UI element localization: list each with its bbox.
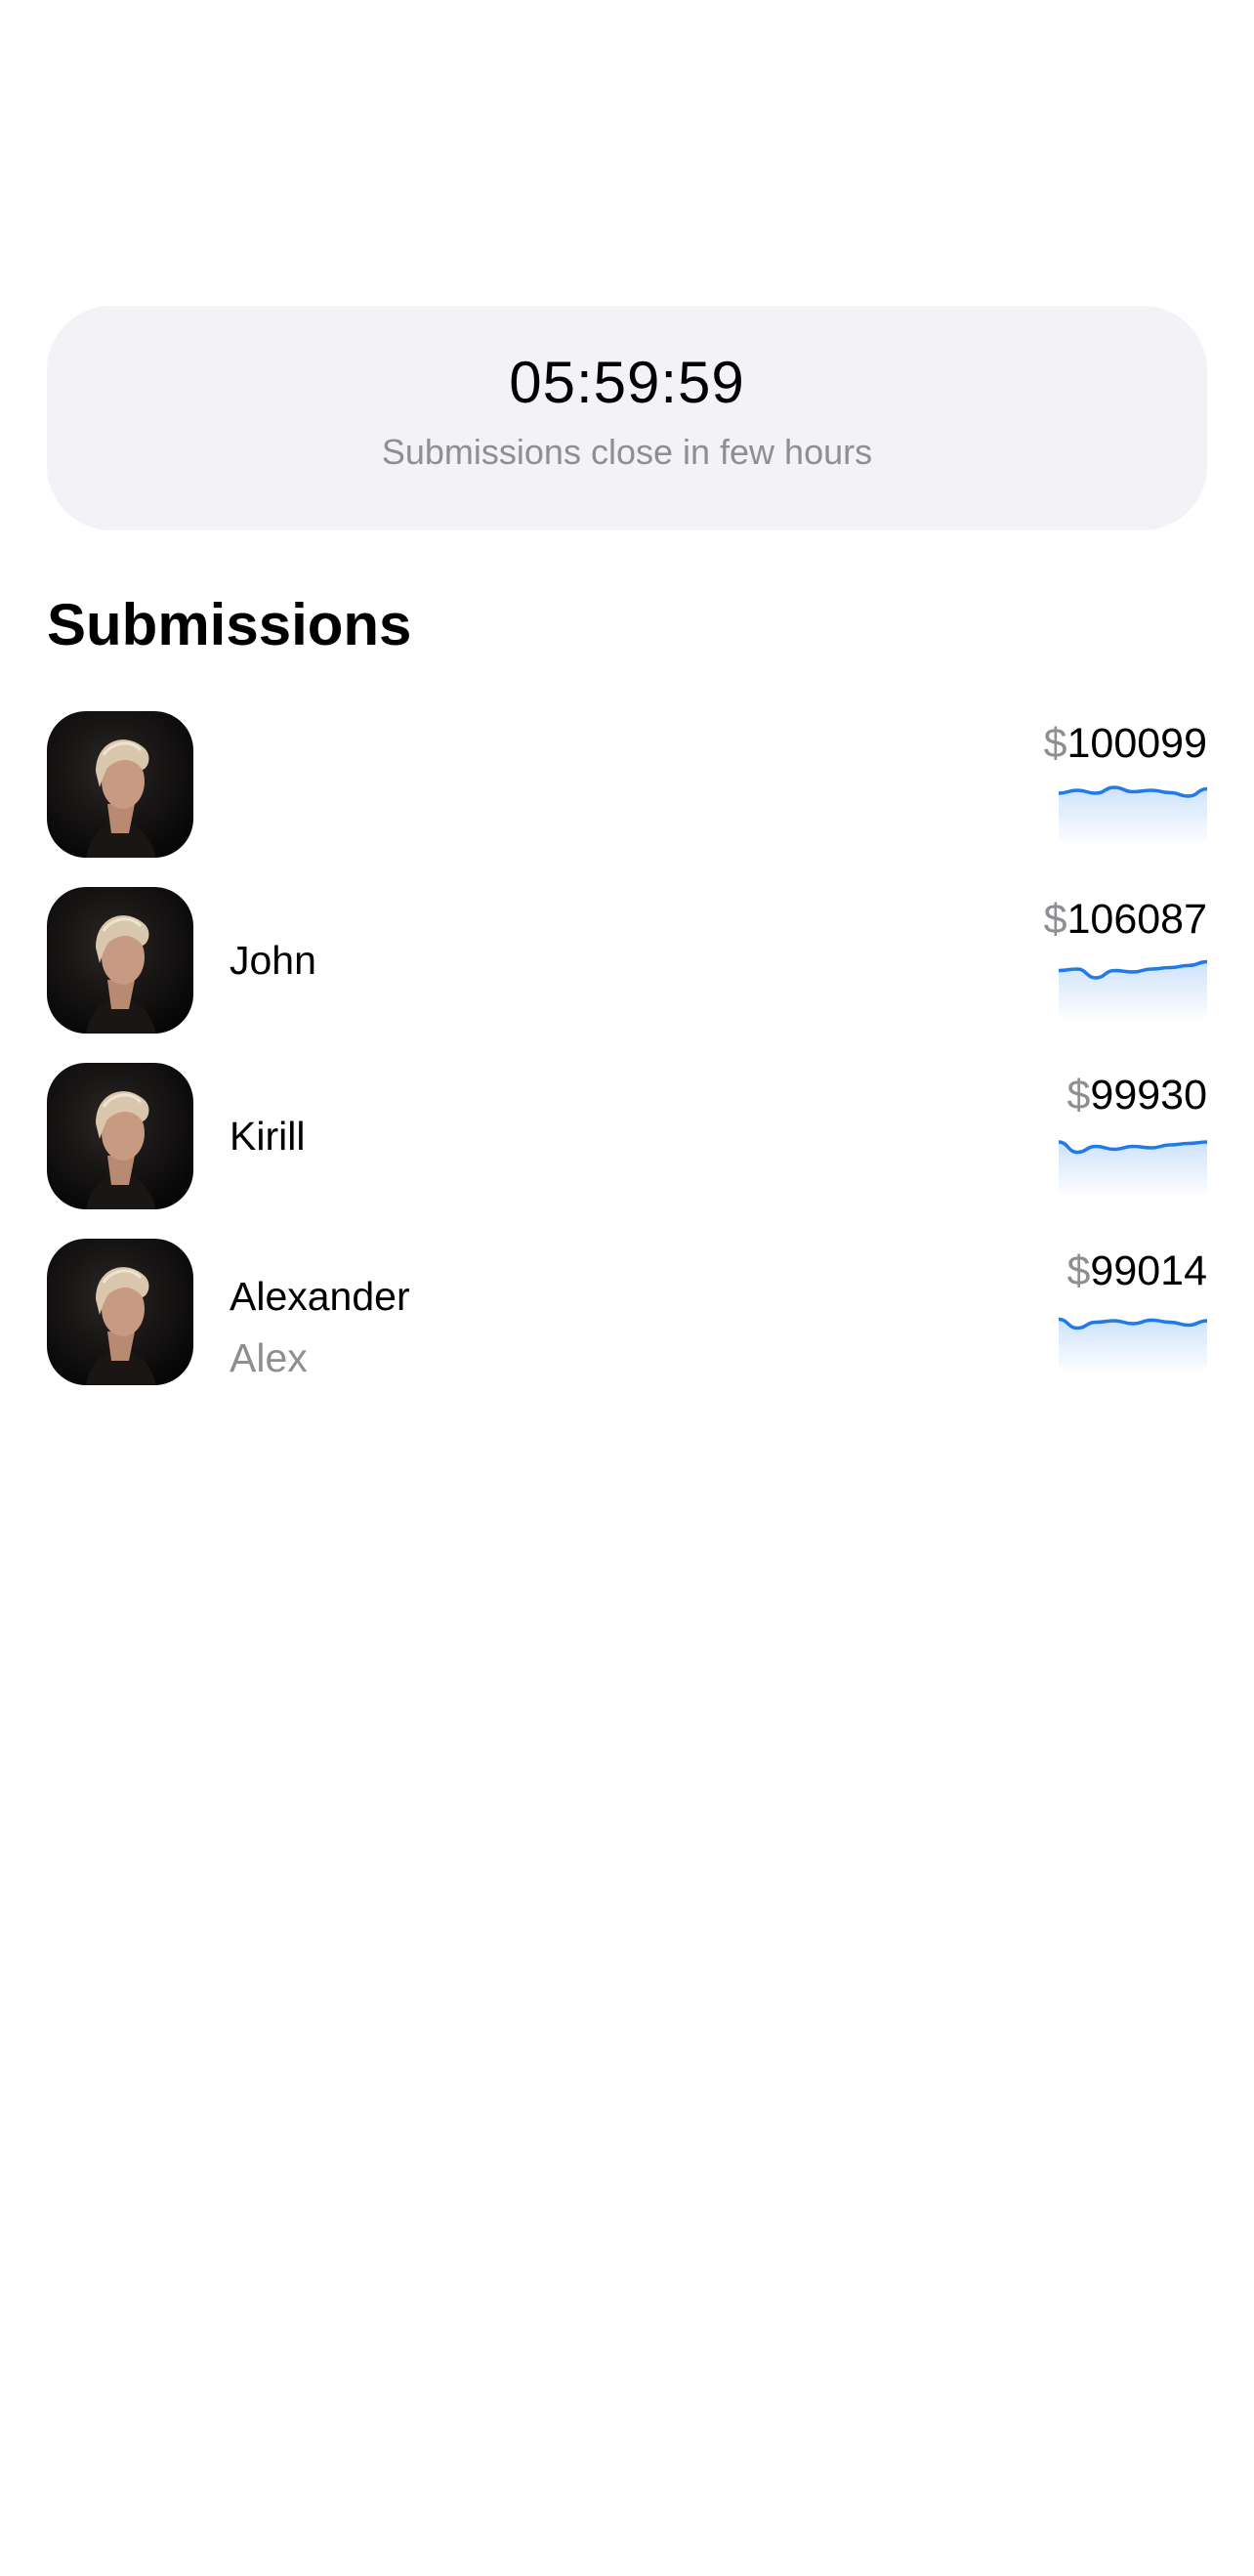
submission-price: $106087 (1044, 895, 1207, 944)
submission-price: $99014 (1067, 1246, 1208, 1295)
sparkline-chart (1059, 1305, 1207, 1373)
submission-row[interactable]: Alexander Alex $99014 (47, 1239, 1207, 1385)
submission-amount: 106087 (1066, 896, 1208, 943)
avatar (47, 1239, 193, 1385)
submission-amount: 100099 (1066, 720, 1208, 767)
sparkline-chart (1059, 778, 1207, 846)
submission-row[interactable]: Kirill $99930 (47, 1063, 1207, 1209)
countdown-timer: 05:59:59 (509, 350, 745, 415)
countdown-caption: Submissions close in few hours (381, 432, 873, 472)
submission-name: John (230, 938, 316, 983)
countdown-card: 05:59:59 Submissions close in few hours (47, 306, 1207, 530)
submission-nickname: Alex (230, 1335, 308, 1380)
avatar (47, 1063, 193, 1209)
submission-price: $100099 (1044, 719, 1207, 768)
submission-name: Alexander (230, 1274, 410, 1319)
avatar (47, 711, 193, 858)
avatar (47, 887, 193, 1034)
currency-symbol: $ (1043, 896, 1067, 943)
submission-amount: 99930 (1090, 1072, 1207, 1119)
submission-name: Kirill (230, 1114, 306, 1159)
sparkline-chart (1059, 1129, 1207, 1198)
submission-amount: 99014 (1090, 1247, 1207, 1294)
currency-symbol: $ (1066, 1247, 1091, 1294)
currency-symbol: $ (1043, 720, 1067, 767)
submission-price: $99930 (1067, 1071, 1208, 1119)
submission-row[interactable]: John $106087 (47, 887, 1207, 1034)
currency-symbol: $ (1066, 1072, 1091, 1119)
submission-row[interactable]: $100099 (47, 711, 1207, 858)
section-title: Submissions (47, 592, 412, 657)
sparkline-chart (1059, 953, 1207, 1022)
